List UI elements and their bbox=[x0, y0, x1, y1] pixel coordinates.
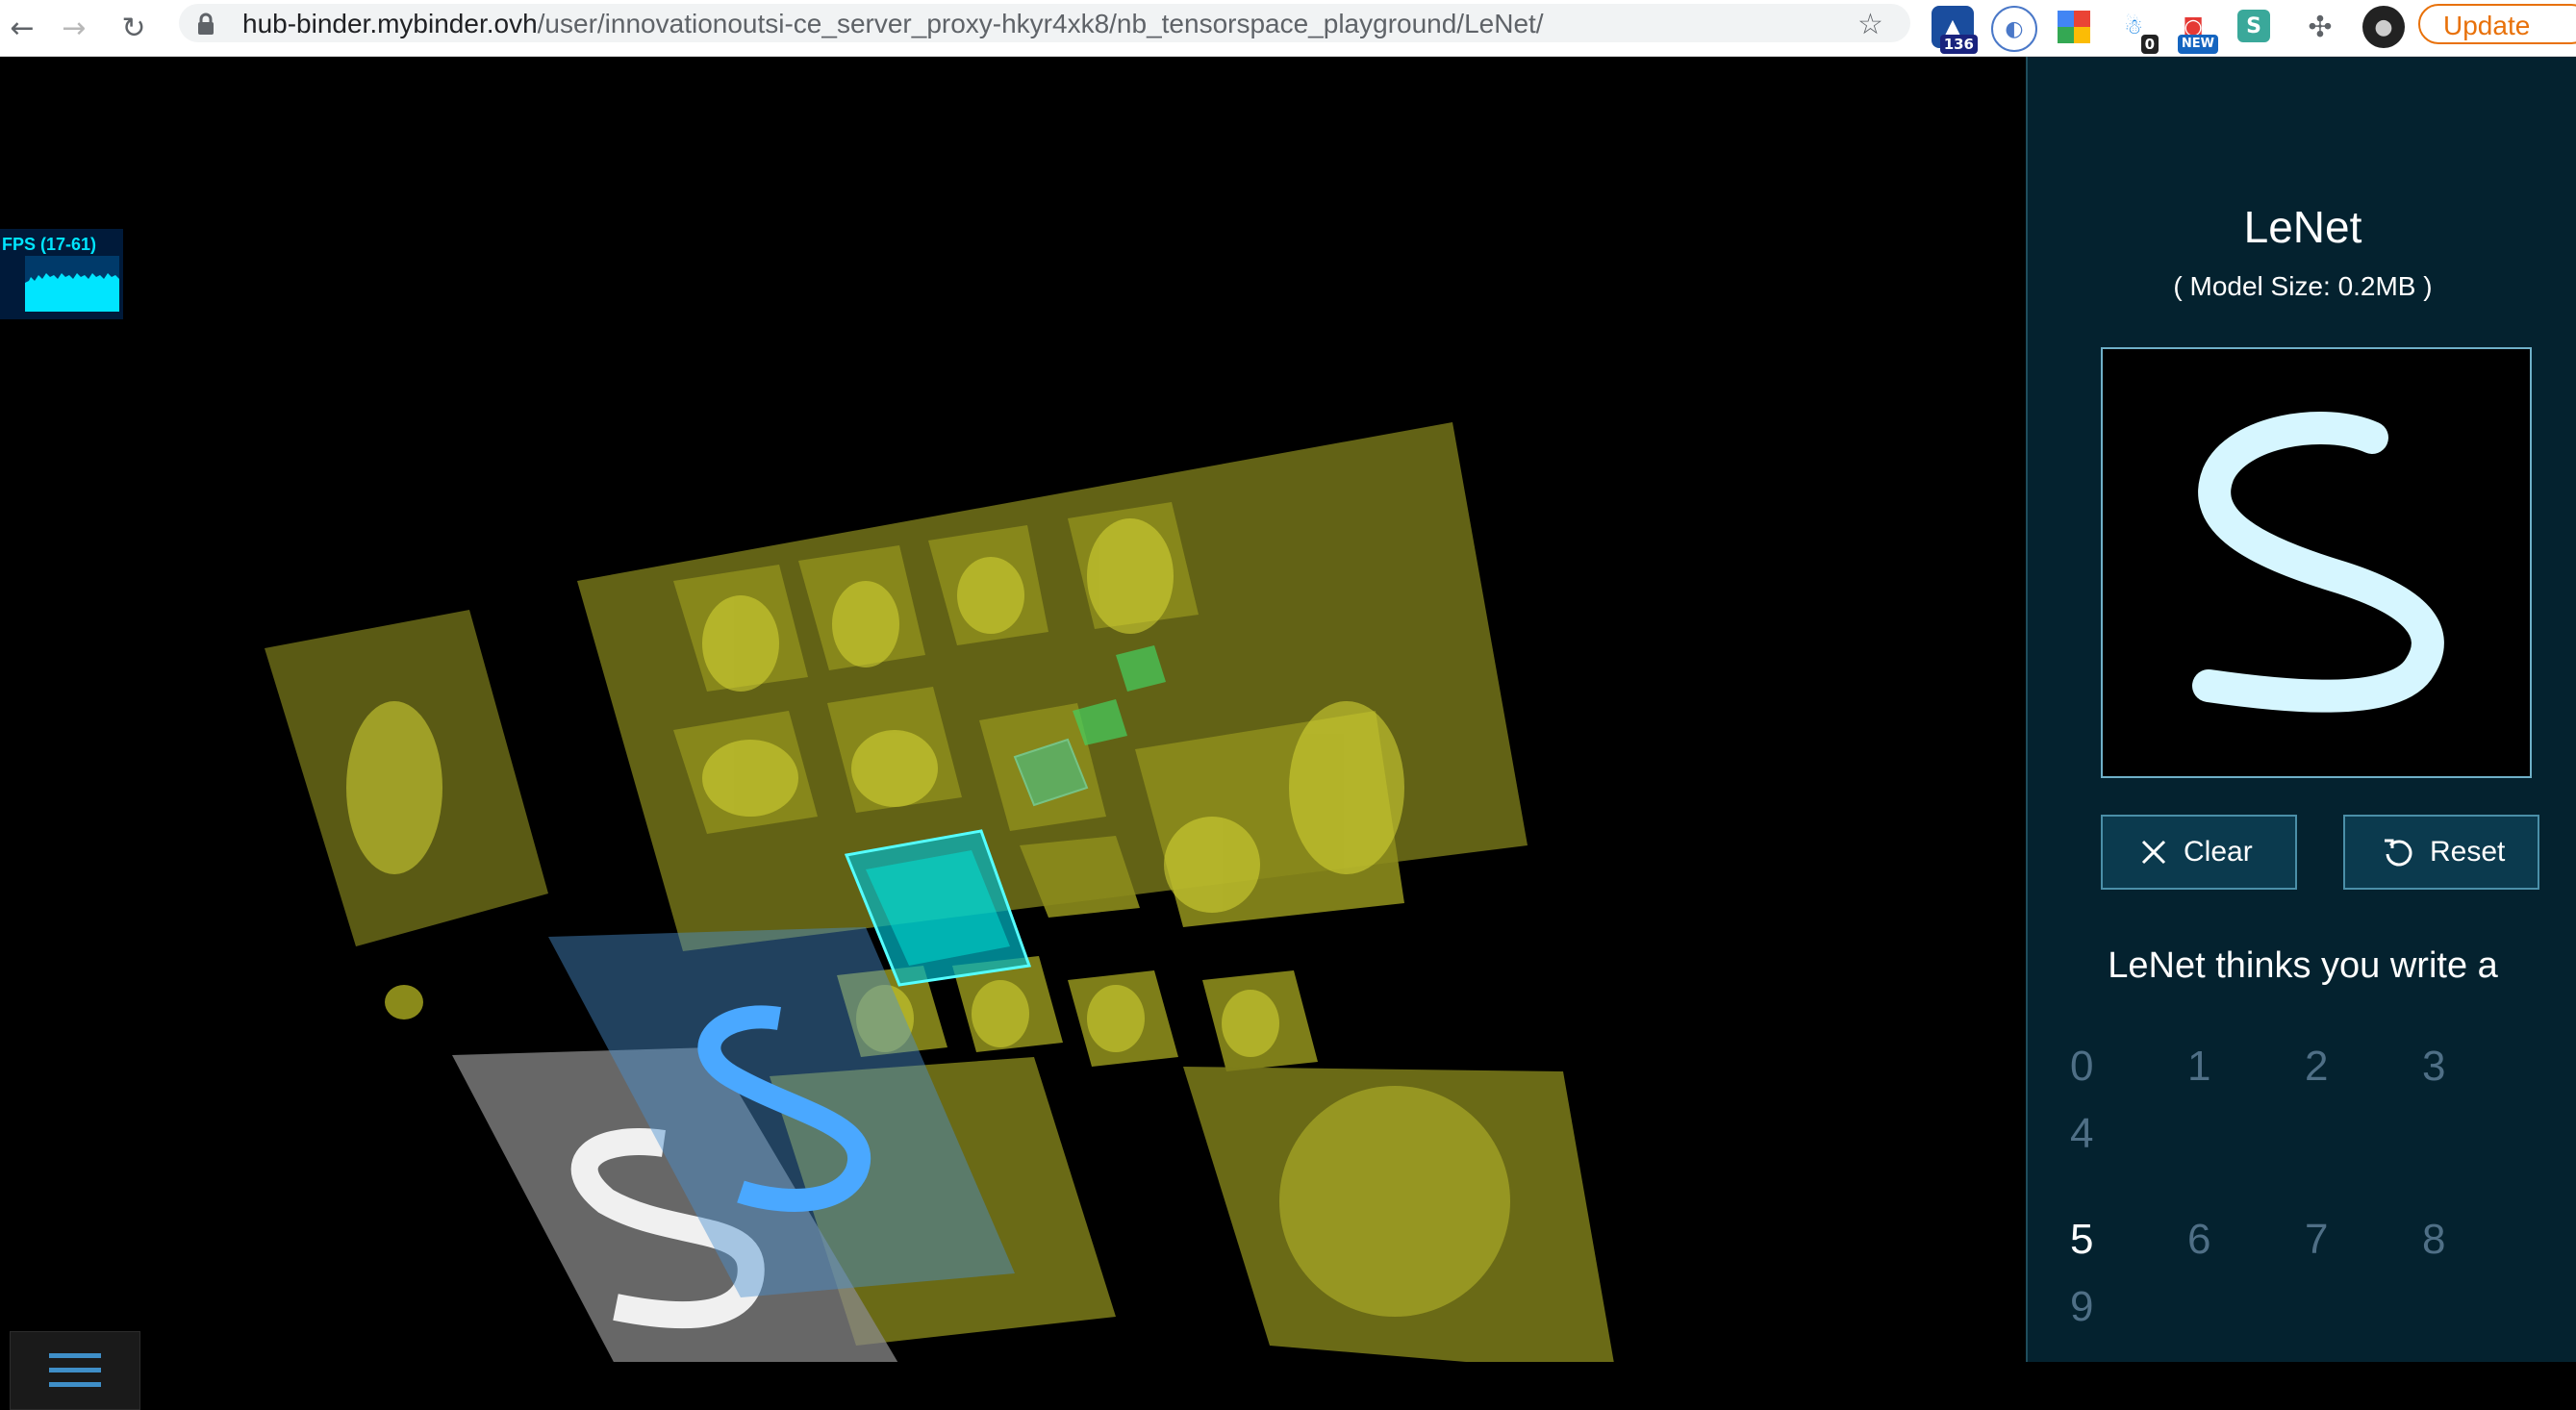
digit-9: 9 bbox=[2070, 1283, 2094, 1330]
address-bar[interactable]: hub-binder.mybinder.ovh/user/innovationo… bbox=[179, 4, 1910, 42]
forward-button[interactable]: → bbox=[52, 6, 96, 50]
extensions-menu-button[interactable]: ✣ bbox=[2299, 6, 2341, 48]
extension-5-button[interactable]: ◙ NEW bbox=[2172, 6, 2218, 54]
digit-7: 7 bbox=[2305, 1216, 2329, 1263]
url-host: hub-binder.mybinder.ovh bbox=[242, 9, 538, 38]
reload-button[interactable]: ↻ bbox=[112, 6, 156, 50]
extension-1-button[interactable]: ▲ 136 bbox=[1932, 6, 1978, 54]
digit-8: 8 bbox=[2422, 1216, 2446, 1263]
reset-label: Reset bbox=[2430, 836, 2506, 868]
hamburger-icon bbox=[49, 1353, 101, 1387]
digit-0: 0 bbox=[2070, 1043, 2094, 1090]
digit-2: 2 bbox=[2305, 1043, 2329, 1090]
extension-6-button[interactable]: S bbox=[2237, 10, 2270, 42]
url-path: /user/innovationoutsi-ce_server_proxy-hk… bbox=[537, 9, 1544, 38]
network-visualization[interactable] bbox=[0, 57, 2026, 1362]
reload-icon: ↻ bbox=[121, 11, 146, 45]
reset-button[interactable]: Reset bbox=[2343, 815, 2539, 890]
control-panel: LeNet ( Model Size: 0.2MB ) Clear Reset … bbox=[2026, 57, 2576, 1362]
extension-5-badge: NEW bbox=[2177, 35, 2218, 54]
circle-logo-icon: ◐ bbox=[2005, 16, 2024, 41]
back-button[interactable]: ← bbox=[0, 6, 44, 50]
menu-button[interactable] bbox=[10, 1331, 140, 1410]
puzzle-icon: ✣ bbox=[2308, 10, 2333, 44]
google-translate-icon bbox=[2058, 11, 2090, 43]
extension-1-badge: 136 bbox=[1939, 35, 1978, 54]
fps-monitor: FPS (17-61) bbox=[0, 229, 123, 319]
extension-4-badge: 0 bbox=[2140, 35, 2159, 54]
layer-node bbox=[385, 985, 423, 1020]
arrow-right-icon: → bbox=[62, 11, 87, 45]
handwritten-digit bbox=[2192, 412, 2444, 713]
digit-5: 5 bbox=[2070, 1216, 2094, 1263]
digit-1: 1 bbox=[2187, 1043, 2211, 1090]
bookmark-star-icon[interactable]: ☆ bbox=[1857, 8, 1883, 41]
extension-2-button[interactable]: ◐ bbox=[1991, 6, 2037, 52]
ghost-icon: ☃ bbox=[2124, 14, 2143, 39]
digit-6: 6 bbox=[2187, 1216, 2211, 1263]
url-text: hub-binder.mybinder.ovh/user/innovationo… bbox=[242, 7, 1544, 41]
reset-icon bbox=[2385, 839, 2412, 867]
fps-label: FPS (17-61) bbox=[2, 235, 97, 254]
avatar-icon: ● bbox=[2374, 14, 2393, 39]
extension-4-button[interactable]: ☃ 0 bbox=[2112, 6, 2159, 54]
update-button[interactable]: Update bbox=[2418, 4, 2576, 44]
feature-map-activations bbox=[1279, 1086, 1510, 1317]
digit-3: 3 bbox=[2422, 1043, 2446, 1090]
s-logo-icon: S bbox=[2246, 13, 2261, 38]
close-icon bbox=[2141, 840, 2166, 865]
fps-graph bbox=[25, 256, 119, 312]
digit-4: 4 bbox=[2070, 1110, 2094, 1157]
clear-button[interactable]: Clear bbox=[2101, 815, 2297, 890]
model-size-label: ( Model Size: 0.2MB ) bbox=[2173, 271, 2433, 301]
browser-toolbar: ← → ↻ hub-binder.mybinder.ovh/user/innov… bbox=[0, 0, 2576, 57]
arrow-left-icon: ← bbox=[10, 11, 35, 45]
lock-icon bbox=[198, 13, 214, 35]
model-3d-viewport[interactable]: FPS (17-61) bbox=[0, 57, 2026, 1410]
profile-avatar[interactable]: ● bbox=[2362, 6, 2405, 48]
prediction-heading: LeNet thinks you write a bbox=[2108, 945, 2498, 986]
drawing-canvas[interactable] bbox=[2101, 347, 2532, 778]
clear-label: Clear bbox=[2184, 836, 2253, 868]
extension-3-button[interactable] bbox=[2053, 6, 2095, 48]
model-title: LeNet bbox=[2243, 202, 2362, 252]
